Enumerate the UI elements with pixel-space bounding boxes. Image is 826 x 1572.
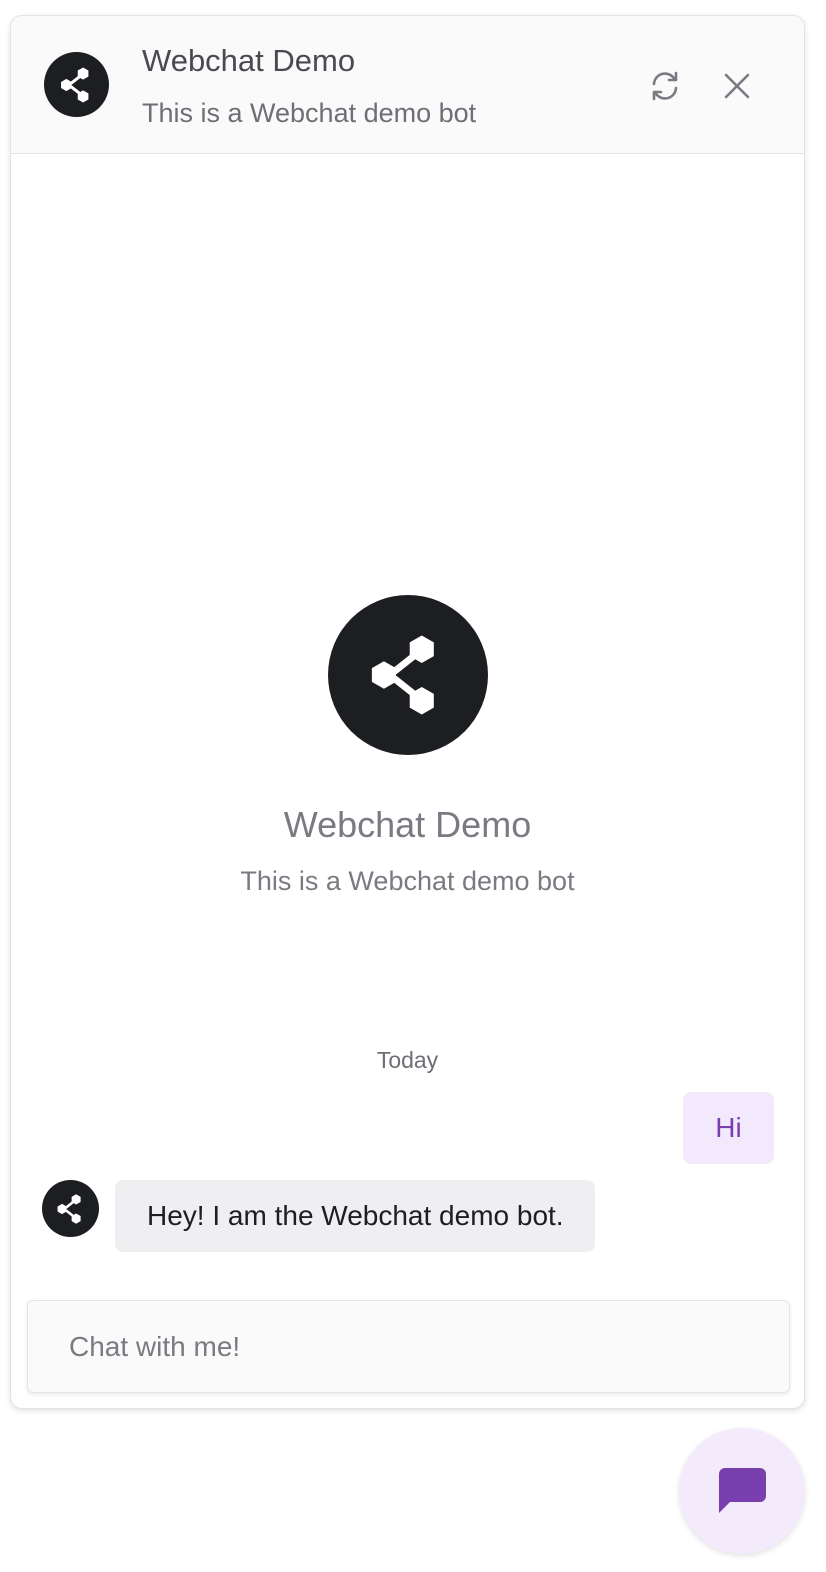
refresh-button[interactable] [643,64,687,108]
share-nodes-icon [371,635,434,715]
close-icon [724,73,750,99]
intro-title: Webchat Demo [283,804,532,845]
user-message-text: Hi [715,1112,742,1143]
chat-input-container [27,1300,790,1393]
bot-avatar-header [44,52,109,117]
header-subtitle: This is a Webchat demo bot [142,98,477,128]
share-nodes-icon [57,1193,81,1224]
chat-header: Webchat Demo This is a Webchat demo bot [11,16,804,154]
header-title: Webchat Demo [142,43,356,78]
chat-bubble-icon [718,1468,766,1513]
bot-message: Hey! I am the Webchat demo bot. [115,1180,595,1252]
refresh-icon [652,71,678,101]
intro-subtitle: This is a Webchat demo bot [240,866,575,896]
bot-avatar-large [328,595,488,755]
bot-avatar-message [42,1180,99,1237]
chat-input[interactable] [28,1301,789,1392]
user-message: Hi [683,1092,774,1164]
bot-message-text: Hey! I am the Webchat demo bot. [147,1200,564,1231]
share-nodes-icon [60,67,88,102]
chat-launcher-button[interactable] [679,1428,805,1554]
date-divider: Today [376,1047,439,1073]
chat-window: Webchat Demo This is a Webchat demo bot [10,15,805,1409]
close-button[interactable] [715,64,759,108]
